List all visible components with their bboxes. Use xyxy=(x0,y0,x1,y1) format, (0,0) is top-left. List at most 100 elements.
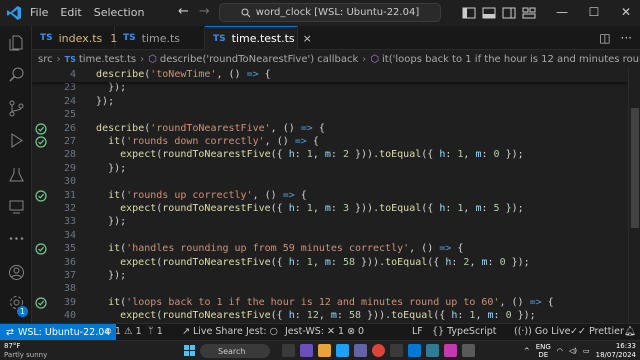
code-line[interactable]: 35 it('handles rounding up from 59 minut… xyxy=(32,242,628,256)
minimize-icon[interactable]: — xyxy=(548,5,576,21)
jest-status[interactable]: Jest: ○ xyxy=(246,326,278,337)
jest-ws-error-count: 1 xyxy=(338,326,345,337)
code-line[interactable]: 29 }); xyxy=(32,162,628,176)
breadcrumb-describe[interactable]: describe('roundToNearestFive') callback xyxy=(160,54,358,65)
file-explorer-icon[interactable] xyxy=(318,344,331,357)
windows-start-icon[interactable] xyxy=(184,345,195,356)
back-arrow-icon[interactable]: ← xyxy=(178,4,189,19)
chevron-right-icon: › xyxy=(362,53,367,65)
tray-chevron-icon[interactable]: ^ xyxy=(524,347,530,355)
more-actions-icon[interactable]: ··· xyxy=(621,31,632,45)
code-line[interactable]: 25 xyxy=(32,108,628,122)
code-line[interactable]: 36 expect(roundToNearestFive({ h: 1, m: … xyxy=(32,256,628,270)
code-line[interactable]: 30 xyxy=(32,175,628,189)
code-line[interactable]: 27 it('rounds down correctly', () => { xyxy=(32,135,628,149)
testing-icon[interactable] xyxy=(8,166,25,183)
chevron-right-icon: › xyxy=(56,53,61,65)
menu-file[interactable]: File xyxy=(30,6,48,19)
breadcrumb-file[interactable]: time.test.ts xyxy=(79,54,136,65)
accounts-icon[interactable] xyxy=(8,264,25,281)
taskbar-app-icon[interactable] xyxy=(282,344,295,357)
code-line[interactable]: 23 }); xyxy=(32,81,628,95)
tab-label: index.ts xyxy=(58,31,103,45)
toggle-primary-sidebar-icon[interactable] xyxy=(462,7,476,19)
tab-time-ts[interactable]: TS time.ts xyxy=(115,26,205,50)
toggle-secondary-sidebar-icon[interactable] xyxy=(502,7,516,19)
language-mode[interactable]: {} TypeScript xyxy=(432,326,496,337)
code-editor[interactable]: 4 describe('toNewTime', () => {23 }); 24 … xyxy=(32,68,628,323)
source-control-icon[interactable] xyxy=(8,100,25,117)
taskbar-app-icon[interactable] xyxy=(426,344,439,357)
remote-indicator[interactable]: ⇄ WSL: Ubuntu-22.04 xyxy=(0,324,117,341)
battery-icon[interactable]: ▭ xyxy=(583,347,590,355)
code-line[interactable]: 34 xyxy=(32,229,628,243)
prettier-status[interactable]: ✓✓ Prettier xyxy=(570,326,624,337)
code-line[interactable]: 33 }); xyxy=(32,215,628,229)
explorer-icon[interactable] xyxy=(8,34,25,51)
chrome-icon[interactable] xyxy=(372,344,385,357)
taskbar-search[interactable]: Search xyxy=(200,344,270,358)
taskbar-app-icon[interactable] xyxy=(390,344,403,357)
code-line[interactable]: 32 expect(roundToNearestFive({ h: 1, m: … xyxy=(32,202,628,216)
editor-tabs: TS index.ts 1 TS time.ts TS time.test.ts… xyxy=(32,26,640,50)
system-tray: ^ ENG DE ◠ ◁) ▭ 16:33 18/07/2024 xyxy=(524,342,636,360)
code-line[interactable]: 40 expect(roundToNearestFive({ h: 12, m:… xyxy=(32,309,628,323)
vscode-taskbar-icon[interactable] xyxy=(408,344,421,357)
search-view-icon[interactable] xyxy=(8,66,25,83)
clock-date: 18/07/2024 xyxy=(595,351,636,359)
close-tab-icon[interactable]: × xyxy=(303,32,312,45)
typescript-file-icon: TS xyxy=(40,33,53,43)
notifications-bell-icon[interactable]: 🔔︎ xyxy=(624,326,636,337)
jest-ws-status[interactable]: Jest-WS: ✕ 1 ⊗ 0 xyxy=(285,326,364,337)
tab-time-test-ts[interactable]: TS time.test.ts × xyxy=(205,26,312,50)
customize-layout-icon[interactable] xyxy=(522,7,536,19)
language-indicator[interactable]: ENG DE xyxy=(536,343,551,359)
line-number: 37 xyxy=(63,270,76,281)
code-line[interactable]: 26 describe('roundToNearestFive', () => … xyxy=(32,122,628,136)
editor-scrollbar[interactable] xyxy=(628,68,640,323)
wifi-icon[interactable]: ◠ xyxy=(557,347,563,355)
clock[interactable]: 16:33 18/07/2024 xyxy=(596,342,636,360)
menu-selection[interactable]: Selection xyxy=(94,6,145,19)
code-line[interactable]: 4 describe('toNewTime', () => { xyxy=(32,68,628,82)
breadcrumb-it[interactable]: it('loops back to 1 if the hour is 12 an… xyxy=(382,54,640,65)
taskbar-app-icon[interactable] xyxy=(300,344,313,357)
menu-edit[interactable]: Edit xyxy=(60,6,81,19)
tab-label: time.ts xyxy=(141,31,181,45)
volume-icon[interactable]: ◁) xyxy=(569,347,577,355)
code-line[interactable]: 39 it('loops back to 1 if the hour is 12… xyxy=(32,296,628,310)
line-number: 34 xyxy=(63,229,76,241)
jest-ws-label: Jest-WS: xyxy=(285,326,324,337)
scrollbar-thumb[interactable] xyxy=(631,108,639,228)
toggle-panel-icon[interactable] xyxy=(482,7,496,19)
weather-widget[interactable]: 87°F Partly sunny xyxy=(4,342,47,360)
code-line[interactable]: 37 }); xyxy=(32,269,628,283)
forward-arrow-icon[interactable]: → xyxy=(199,4,210,19)
taskbar-app-icon[interactable] xyxy=(354,344,367,357)
run-debug-icon[interactable] xyxy=(8,132,25,149)
code-line[interactable]: 24 }); xyxy=(32,95,628,109)
problems-indicator[interactable]: ⊗ 1 ⚠ 1 xyxy=(104,326,142,337)
eol-indicator[interactable]: LF xyxy=(412,326,423,337)
tab-index-ts[interactable]: TS index.ts 1 xyxy=(32,26,117,50)
split-editor-icon[interactable]: ◫ xyxy=(599,31,610,45)
command-center[interactable]: word_clock [WSL: Ubuntu-22.04] xyxy=(219,3,441,22)
live-share-button[interactable]: ↗ Live Share xyxy=(182,326,243,337)
error-count: 1 xyxy=(114,326,122,337)
maximize-icon[interactable]: ☐ xyxy=(580,5,608,21)
go-live-button[interactable]: ((·)) Go Live xyxy=(514,326,570,337)
remote-explorer-icon[interactable] xyxy=(8,198,25,215)
ports-indicator[interactable]: ᛘ 1 xyxy=(148,326,163,337)
breadcrumb-src[interactable]: src xyxy=(38,54,53,65)
code-line[interactable]: 31 it('rounds up correctly', () => { xyxy=(32,189,628,203)
breadcrumb: src › TS time.test.ts › ⬡ describe('roun… xyxy=(32,50,640,68)
more-views-icon[interactable] xyxy=(8,230,25,247)
taskbar-app-icon[interactable] xyxy=(336,344,349,357)
taskbar-app-icon[interactable] xyxy=(462,344,475,357)
line-number: 31 xyxy=(63,189,76,201)
code-text: it('rounds down correctly', () => { xyxy=(108,136,319,147)
taskbar-app-icon[interactable] xyxy=(444,344,457,357)
close-icon[interactable]: ✕ xyxy=(612,5,640,21)
code-line[interactable]: 28 expect(roundToNearestFive({ h: 1, m: … xyxy=(32,148,628,162)
code-line[interactable]: 38 xyxy=(32,282,628,296)
